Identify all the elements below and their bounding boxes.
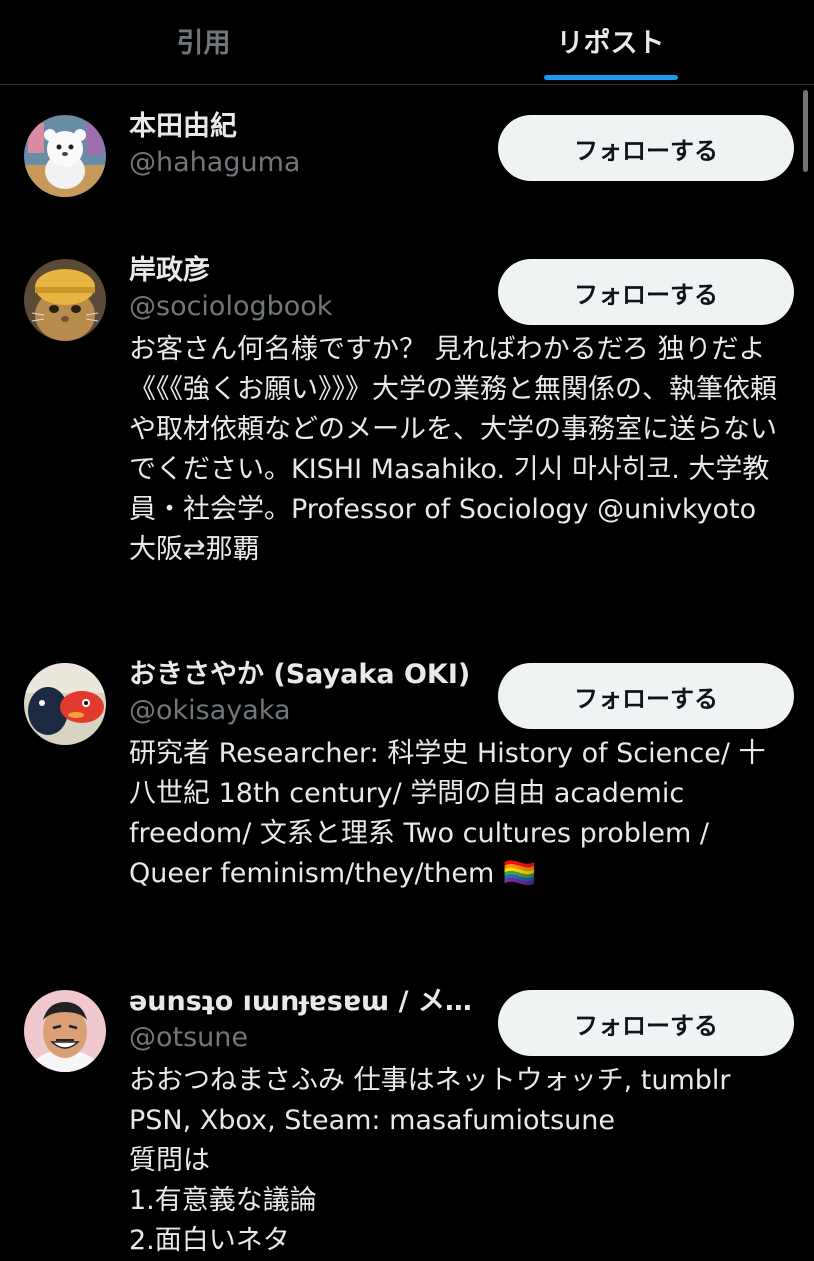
user-bio: 研究者 Researcher: 科学史 History of Science/ … xyxy=(129,738,766,889)
user-cell[interactable]: 岸政彦 @sociologbook お客さん何名様ですか？ 見ればわかるだろ 独… xyxy=(0,229,814,633)
tab-quotes-label: 引用 xyxy=(176,27,231,59)
user-bio: お客さん何名様ですか？ 見ればわかるだろ 独りだよ《《《強くお願い》》》大学の業… xyxy=(129,334,777,565)
tab-reposts[interactable]: リポスト xyxy=(407,0,814,80)
user-cell[interactable]: おきさやか (Sayaka OKI) @okisayaka 研究者 Resear… xyxy=(0,633,814,960)
tab-reposts-label: リポスト xyxy=(556,27,665,59)
tab-quotes[interactable]: 引用 xyxy=(0,0,407,80)
user-cell[interactable]: ǝunsʇo ıɯnɟɐsɐɯ / メ… @otsune おおつねまさふみ 仕事… xyxy=(0,960,814,1261)
tab-bar: 引用 リポスト xyxy=(0,0,814,85)
display-name[interactable]: 岸政彦 xyxy=(129,253,474,289)
display-name[interactable]: 本田由紀 xyxy=(129,109,474,145)
user-cell[interactable]: 本田由紀 @hahaguma フォローする xyxy=(0,85,814,229)
user-list: 本田由紀 @hahaguma フォローする 岸政彦 @sociologbook … xyxy=(0,85,814,1261)
display-name[interactable]: おきさやか (Sayaka OKI) xyxy=(129,657,474,693)
follow-button[interactable]: フォローする xyxy=(498,115,794,181)
cartoon-man-avatar[interactable] xyxy=(24,990,106,1072)
bear-plush-avatar[interactable] xyxy=(24,115,106,197)
follow-button[interactable]: フォローする xyxy=(498,259,794,325)
user-bio: おおつねまさふみ 仕事はネットウォッチ, tumblr PSN, Xbox, S… xyxy=(129,1065,731,1256)
active-tab-indicator xyxy=(543,75,678,80)
plush-toys-avatar[interactable] xyxy=(24,663,106,745)
follow-button[interactable]: フォローする xyxy=(498,990,794,1056)
display-name[interactable]: ǝunsʇo ıɯnɟɐsɐɯ / メ… xyxy=(129,984,474,1020)
follow-button[interactable]: フォローする xyxy=(498,663,794,729)
cat-with-helmet-avatar[interactable] xyxy=(24,259,106,341)
